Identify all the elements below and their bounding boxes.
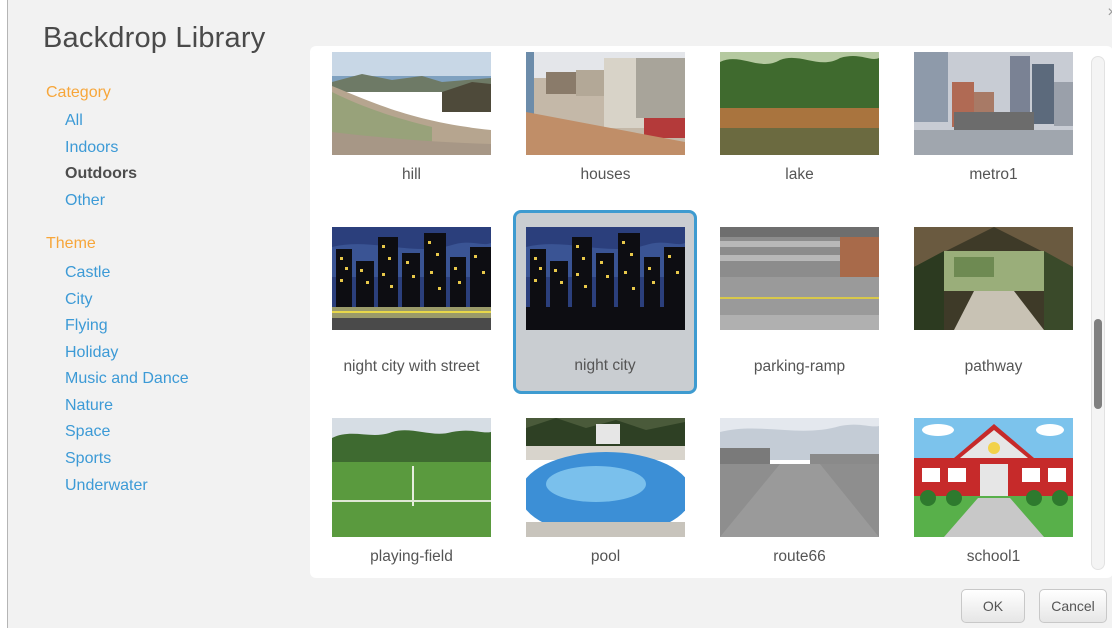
pathway-thumbnail (914, 227, 1073, 330)
backdrop-label: night city with street (343, 358, 480, 375)
hill-thumbnail (332, 52, 491, 155)
theme-sports[interactable]: Sports (65, 450, 111, 468)
backdrop-tile-pathway[interactable]: pathway (914, 227, 1098, 411)
metro-thumbnail (914, 52, 1073, 155)
backdrop-tile-school1[interactable]: school1 (914, 418, 1098, 578)
backdrop-label: metro1 (969, 166, 1018, 183)
backdrop-label: night city (574, 357, 636, 374)
category-other[interactable]: Other (65, 192, 105, 210)
theme-holiday[interactable]: Holiday (65, 344, 118, 362)
close-icon[interactable]: × (1105, 5, 1112, 21)
backdrop-tile-lake[interactable]: lake (720, 52, 904, 236)
backdrop-tile-night-city-with-street[interactable]: night city with street (332, 227, 516, 411)
backdrop-tile-playing-field[interactable]: playing-field (332, 418, 516, 578)
dialog-title: Backdrop Library (43, 22, 266, 54)
backdrop-label: pathway (964, 358, 1023, 375)
route66-thumbnail (720, 418, 879, 537)
playing-field-thumbnail (332, 418, 491, 537)
library-scrollbar[interactable] (1091, 56, 1105, 570)
parking-ramp-thumbnail (720, 227, 879, 330)
backdrop-tile-houses[interactable]: houses (526, 52, 710, 236)
backdrop-label: houses (580, 166, 631, 183)
school-thumbnail (914, 418, 1073, 537)
backdrop-tile-pool[interactable]: pool (526, 418, 710, 578)
category-heading: Category (46, 84, 111, 101)
backdrop-label: pool (590, 548, 621, 565)
cancel-button[interactable]: Cancel (1039, 589, 1107, 623)
theme-underwater[interactable]: Underwater (65, 477, 148, 495)
category-outdoors[interactable]: Outdoors (65, 165, 137, 183)
scrollbar-thumb[interactable] (1094, 319, 1102, 409)
backdrop-label: parking-ramp (753, 358, 846, 375)
houses-thumbnail (526, 52, 685, 155)
backdrop-label: lake (785, 166, 814, 183)
theme-space[interactable]: Space (65, 423, 110, 441)
backdrop-grid-panel: hill houses lake metro1 night city with … (310, 46, 1112, 578)
theme-flying[interactable]: Flying (65, 317, 108, 335)
theme-city[interactable]: City (65, 291, 93, 309)
night-city-thumbnail (526, 227, 685, 330)
backdrop-tile-night-city[interactable]: night city (513, 210, 697, 394)
theme-castle[interactable]: Castle (65, 264, 110, 282)
theme-nature[interactable]: Nature (65, 397, 113, 415)
lake-thumbnail (720, 52, 879, 155)
ok-button[interactable]: OK (961, 589, 1025, 623)
theme-heading: Theme (46, 235, 96, 252)
backdrop-label: playing-field (370, 548, 453, 565)
backdrop-label: school1 (966, 548, 1021, 565)
backdrop-tile-hill[interactable]: hill (332, 52, 516, 236)
night-city-street-thumbnail (332, 227, 491, 330)
backdrop-tile-parking-ramp[interactable]: parking-ramp (720, 227, 904, 411)
pool-thumbnail (526, 418, 685, 537)
theme-music-and-dance[interactable]: Music and Dance (65, 370, 189, 388)
backdrop-library-dialog: × Backdrop Library Category All Indoors … (7, 0, 1112, 628)
category-indoors[interactable]: Indoors (65, 139, 118, 157)
backdrop-tile-metro1[interactable]: metro1 (914, 52, 1098, 236)
backdrop-tile-route66[interactable]: route66 (720, 418, 904, 578)
category-all[interactable]: All (65, 112, 83, 130)
backdrop-label: route66 (773, 548, 826, 565)
backdrop-label: hill (402, 166, 421, 183)
